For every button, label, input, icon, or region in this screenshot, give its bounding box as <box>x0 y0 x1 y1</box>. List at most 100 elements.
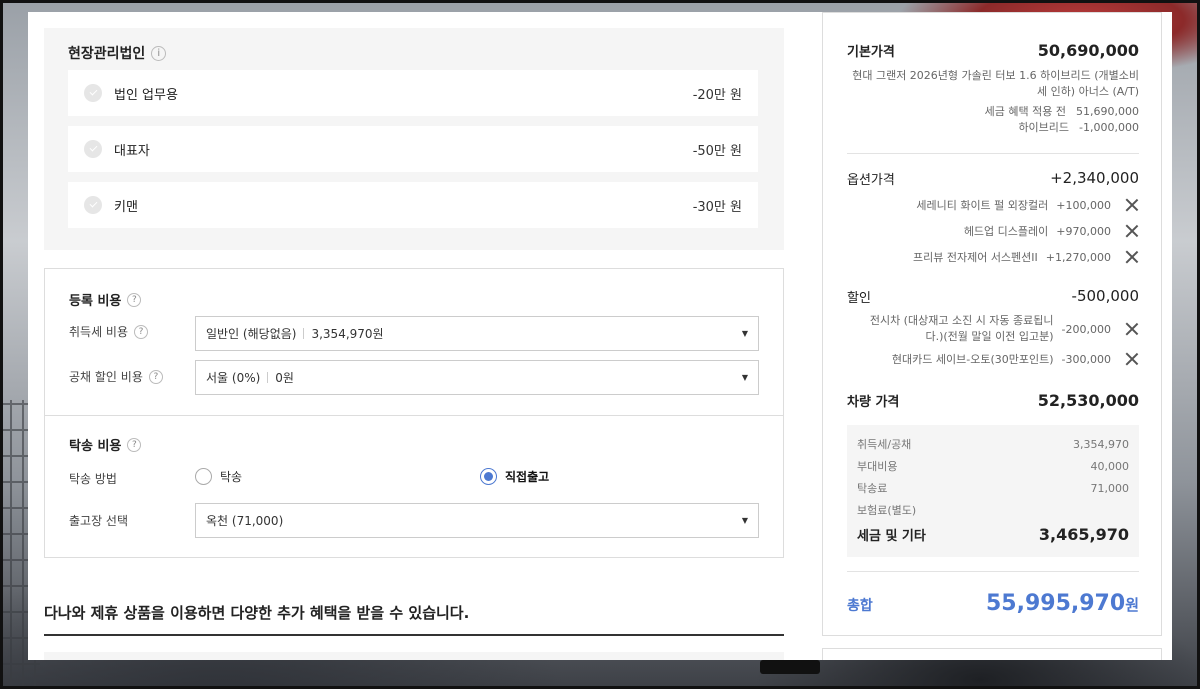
location-label-text: 출고장 선택 <box>69 514 129 528</box>
promo-title: 다나와 제휴 상품을 이용하면 다양한 추가 혜택을 받을 수 있습니다. <box>44 604 470 622</box>
promo-row <box>44 652 784 660</box>
tax-total-label: 세금 및 기타 <box>857 529 926 544</box>
help-icon[interactable]: ? <box>148 369 163 384</box>
location-label: 출고장 선택 <box>69 512 128 529</box>
option-price: +1,270,000 <box>1045 250 1111 264</box>
tax-label: 취득세/공채 <box>857 438 912 451</box>
radio-label: 탁송 <box>220 470 243 484</box>
tax-row: 보험료(별도) <box>857 499 1129 521</box>
grand-total-value: 55,995,970 <box>986 591 1126 616</box>
tax-value: 71,000 <box>1090 481 1130 495</box>
select-value: 서울 (0%) <box>206 371 261 385</box>
tax-total-value: 3,465,970 <box>1038 525 1129 544</box>
registration-title: 등록 비용 ? <box>69 290 142 309</box>
cost-settings-panel: 등록 비용 ? 취득세 비용 ? 일반인 (해당없음) 3,354,970원 ▼… <box>44 268 784 558</box>
hybrid-label: 하이브리드 <box>1018 121 1070 134</box>
delivery-title: 탁송 비용 ? <box>69 435 142 454</box>
tax-label: 부대비용 <box>857 460 898 473</box>
grand-total-label: 총합 <box>847 598 873 614</box>
check-icon <box>84 196 102 214</box>
tax-total-row: 세금 및 기타 3,465,970 <box>857 525 1129 544</box>
option-label: 대표자 <box>114 143 150 159</box>
discount-name: 전시차 (대상재고 소진 시 자동 종료됩니다.)(전월 말일 이전 입고분) <box>869 314 1054 343</box>
car-price-row: 차량 가격 52,530,000 <box>847 391 1139 410</box>
dropdown-arrow-icon: ▼ <box>741 329 748 338</box>
base-price-row: 기본가격 50,690,000 <box>847 41 1139 60</box>
select-value: 일반인 (해당없음) <box>206 327 297 341</box>
options-price-row: 옵션가격 +2,340,000 <box>847 169 1139 188</box>
tax-row: 취득세/공채 3,354,970 <box>857 433 1129 455</box>
method-label-text: 탁송 방법 <box>69 472 117 486</box>
discount-row: 할인 -500,000 <box>847 287 1139 306</box>
option-item: 프리뷰 전자제어 서스펜션II +1,270,000 <box>847 244 1139 270</box>
price-calculator-panel: 현장관리법인 i 법인 업무용 -20만 원 대표자 -50만 원 키맨 -30… <box>28 12 1172 660</box>
help-icon[interactable]: ? <box>134 324 149 339</box>
radio-button[interactable] <box>195 468 212 485</box>
bond-discount-select[interactable]: 서울 (0%) 0원 ▼ <box>195 360 759 395</box>
radio-label: 직접출고 <box>505 470 550 484</box>
price-summary: 기본가격 50,690,000 현대 그랜저 2026년형 가솔린 터보 1.6… <box>822 12 1162 636</box>
delivery-title-text: 탁송 비용 <box>69 439 122 454</box>
discount-label: 할인 <box>847 291 871 306</box>
option-amount: -50만 원 <box>692 143 742 159</box>
option-item: 헤드업 디스플레이 +970,000 <box>847 218 1139 244</box>
summary-divider <box>847 153 1139 154</box>
remove-icon[interactable] <box>1125 322 1139 336</box>
bond-label-text: 공채 할인 비용 <box>69 370 143 384</box>
hybrid-value: -1,000,000 <box>1079 121 1139 134</box>
remove-icon[interactable] <box>1125 224 1139 238</box>
option-name: 프리뷰 전자제어 서스펜션II <box>912 251 1038 264</box>
help-icon[interactable]: ? <box>127 437 142 452</box>
acquisition-tax-label: 취득세 비용 ? <box>69 323 149 340</box>
option-label: 키맨 <box>114 199 138 215</box>
model-description: 현대 그랜저 2026년형 가솔린 터보 1.6 하이브리드 (개별소비세 인하… <box>852 69 1139 98</box>
discount-item: 전시차 (대상재고 소진 시 자동 종료됩니다.)(전월 말일 이전 입고분) … <box>847 312 1139 346</box>
remove-icon[interactable] <box>1125 198 1139 212</box>
options-price-label: 옵션가격 <box>847 173 895 188</box>
pretax-value: 51,690,000 <box>1076 105 1139 118</box>
tax-label: 탁송료 <box>857 482 888 495</box>
tax-label: 보험료(별도) <box>857 504 917 517</box>
help-icon[interactable]: ? <box>127 292 142 307</box>
corporate-option-business[interactable]: 법인 업무용 -20만 원 <box>68 70 758 116</box>
radio-delivery[interactable]: 탁송 <box>195 468 242 485</box>
discount-item: 현대카드 세이브-오토(30만포인트) -300,000 <box>847 346 1139 372</box>
grand-total-row: 총합 55,995,970원 <box>847 591 1139 616</box>
tax-row: 부대비용 40,000 <box>857 455 1129 477</box>
tax-breakdown: 취득세/공채 3,354,970 부대비용 40,000 탁송료 71,000 … <box>847 425 1139 557</box>
acquisition-label-text: 취득세 비용 <box>69 325 129 339</box>
pretax-label: 세금 혜택 적용 전 <box>984 105 1067 118</box>
car-price-label: 차량 가격 <box>847 395 900 410</box>
divider <box>303 328 305 339</box>
pretax-row: 세금 혜택 적용 전 51,690,000 <box>847 104 1139 120</box>
location-select[interactable]: 옥천 (71,000) ▼ <box>195 503 759 538</box>
acquisition-tax-select[interactable]: 일반인 (해당없음) 3,354,970원 ▼ <box>195 316 759 351</box>
corporate-option-ceo[interactable]: 대표자 -50만 원 <box>68 126 758 172</box>
dropdown-arrow-icon: ▼ <box>741 516 748 525</box>
corporate-title: 현장관리법인 i <box>68 44 760 62</box>
car-grille-graphic <box>760 660 820 674</box>
discount-value: -500,000 <box>1071 287 1139 305</box>
radio-button[interactable] <box>480 468 497 485</box>
corporate-option-keyman[interactable]: 키맨 -30만 원 <box>68 182 758 228</box>
info-icon[interactable]: i <box>151 45 167 61</box>
bond-discount-label: 공채 할인 비용 ? <box>69 368 163 385</box>
summary-divider <box>847 571 1139 572</box>
tax-value: 3,354,970 <box>1073 437 1129 451</box>
remove-icon[interactable] <box>1125 352 1139 366</box>
tax-value: 40,000 <box>1090 459 1130 473</box>
option-price: +100,000 <box>1056 198 1111 212</box>
select-value: 옥천 (71,000) <box>206 514 284 528</box>
select-amount: 0원 <box>275 371 294 385</box>
summary-lower-box <box>822 648 1162 660</box>
grand-total-unit: 원 <box>1125 596 1139 614</box>
dropdown-arrow-icon: ▼ <box>741 373 748 382</box>
discount-name: 현대카드 세이브-오토(30만포인트) <box>891 353 1054 366</box>
discount-price: -300,000 <box>1061 352 1111 366</box>
option-amount: -20만 원 <box>692 87 742 103</box>
hybrid-row: 하이브리드 -1,000,000 <box>847 120 1139 136</box>
check-icon <box>84 140 102 158</box>
remove-icon[interactable] <box>1125 250 1139 264</box>
tax-row: 탁송료 71,000 <box>857 477 1129 499</box>
radio-direct[interactable]: 직접출고 <box>480 468 549 485</box>
